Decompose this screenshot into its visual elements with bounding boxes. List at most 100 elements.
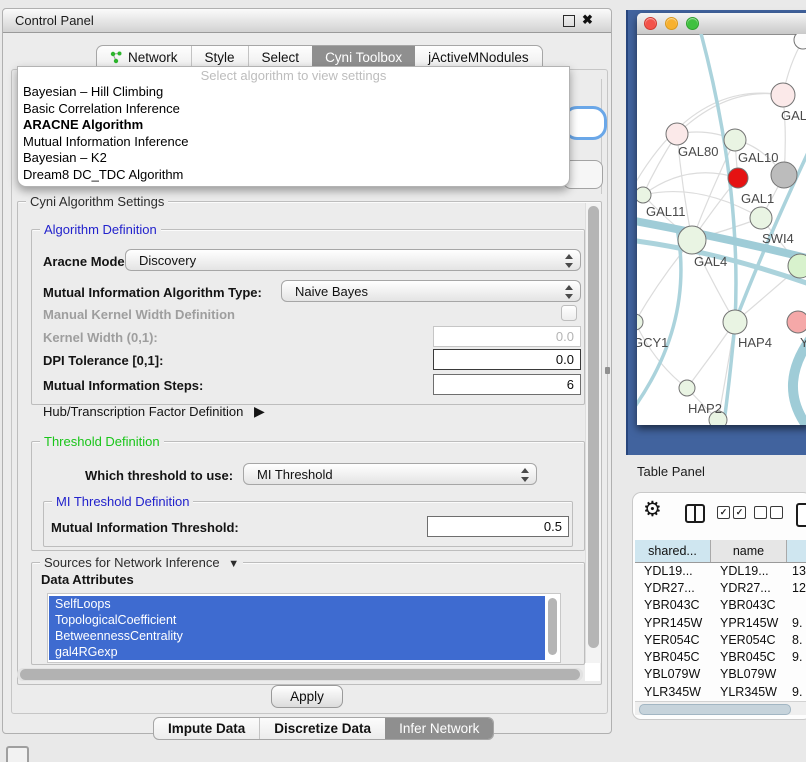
table-cell[interactable]: YLR345W [635,683,711,700]
network-node[interactable] [678,226,706,254]
table-cell[interactable]: 9. [787,614,806,631]
columns-icon[interactable] [685,504,705,523]
table-hscrollbar-track[interactable] [635,701,806,715]
network-node[interactable] [787,311,806,333]
close-traffic-light-icon[interactable] [644,17,657,30]
network-node[interactable] [723,310,747,334]
table-cell[interactable]: YBR045C [635,648,711,665]
dropdown-item[interactable]: Dream8 DC_TDC Algorithm [18,167,569,184]
attribute-item-selected[interactable]: BetweennessCentrality [49,628,545,644]
dropdown-item[interactable]: Bayesian – Hill Climbing [18,84,569,101]
table-cell[interactable]: 9. [787,683,806,700]
zoom-traffic-light-icon[interactable] [686,17,699,30]
tab-jactivemnodules[interactable]: jActiveMNodules [415,46,542,68]
sources-expander[interactable]: Sources for Network Inference ▼ [40,555,243,572]
attribute-item-selected[interactable]: TopologicalCoefficient [49,612,545,628]
table-cell[interactable]: YBL079W [635,666,711,683]
table-cell[interactable]: YBR043C [711,597,787,614]
table-row[interactable]: YBR045CYBR045C9. [635,648,806,665]
table-row[interactable]: YBL079WYBL079W [635,666,806,683]
table-cell[interactable]: 9. [787,648,806,665]
dropdown-item[interactable]: Mutual Information Inference [18,134,569,151]
table-cell[interactable]: YDR27... [711,579,787,596]
attribute-item-selected[interactable]: gal4RGexp [49,644,545,660]
minimized-panel-icon[interactable] [6,746,29,762]
table-cell[interactable]: YBR045C [711,648,787,665]
network-edge[interactable] [643,173,738,195]
tab-network[interactable]: Network [97,46,191,68]
table-cell[interactable]: YDL19... [711,562,787,579]
list-scrollbar-thumb[interactable] [548,598,557,655]
table-row[interactable]: YBR043CYBR043C [635,597,806,614]
network-edge[interactable] [637,240,692,322]
network-edge[interactable] [677,94,783,134]
minimize-traffic-light-icon[interactable] [665,17,678,30]
tab-select[interactable]: Select [248,46,313,68]
bottom-tab-discretize-data[interactable]: Discretize Data [259,718,385,739]
network-node[interactable] [750,207,772,229]
network-node[interactable] [728,168,748,188]
table-cell[interactable]: YER054C [711,631,787,648]
deselect-all-icon[interactable] [754,506,783,519]
table-cell[interactable]: YPR145W [711,614,787,631]
table-row[interactable]: YPR145WYPR145W9. [635,614,806,631]
network-node[interactable] [794,34,806,49]
table-cell[interactable]: YPR145W [635,614,711,631]
table-cell[interactable]: 13 [787,562,806,579]
table-cell[interactable]: YBR043C [635,597,711,614]
kernel-width-field[interactable]: 0.0 [433,326,581,347]
dropdown-item[interactable]: Bayesian – K2 [18,150,569,167]
float-window-icon[interactable] [563,15,575,27]
network-canvas[interactable]: GALGAL80GAL10GAL1GAL11SWI4GAL4GCY1HAP4YH… [637,34,806,425]
mi-algorithm-type-combobox[interactable]: Naive Bayes [281,280,581,302]
gear-icon[interactable]: ⚙ [643,499,662,521]
attribute-item-selected[interactable]: SelfLoops [49,596,545,612]
settings-hscrollbar-thumb[interactable] [20,669,580,680]
expand-right-icon[interactable]: ▶ [254,403,265,419]
dropdown-item[interactable]: Basic Correlation Inference [18,101,569,118]
mi-threshold-field[interactable]: 0.5 [427,516,569,537]
table-row[interactable]: YDL19...YDL19...13 [635,562,806,579]
network-node[interactable] [724,129,746,151]
settings-scrollbar-track[interactable] [585,203,601,663]
table-cell[interactable]: YDR27... [635,579,711,596]
table-cell[interactable] [787,597,806,614]
tab-cyni-toolbox[interactable]: Cyni Toolbox [312,46,415,68]
network-node[interactable] [637,314,643,330]
bottom-tab-infer-network[interactable]: Infer Network [385,718,493,739]
network-node[interactable] [771,83,795,107]
column-header[interactable]: shared... [635,540,711,562]
network-node[interactable] [771,162,797,188]
select-all-icon[interactable]: ✓ ✓ [717,506,746,519]
table-row[interactable]: YLR345WYLR345W9. [635,683,806,700]
settings-hscrollbar-track[interactable] [17,668,583,681]
table-cell[interactable] [787,666,806,683]
table-row[interactable]: YER054CYER054C8. [635,631,806,648]
manual-kernel-checkbox[interactable] [561,305,577,321]
tab-style[interactable]: Style [191,46,248,68]
network-node[interactable] [679,380,695,396]
aracne-mode-combobox[interactable]: Discovery [125,249,581,271]
collapse-down-icon[interactable]: ▼ [228,558,239,570]
table-hscrollbar-thumb[interactable] [639,704,791,715]
settings-scrollbar-thumb[interactable] [588,206,599,648]
which-threshold-combobox[interactable]: MI Threshold [243,463,537,485]
dpi-tolerance-field[interactable]: 0.0 [433,349,581,370]
table-row[interactable]: YDR27...YDR27...12 [635,579,806,596]
network-node[interactable] [666,123,688,145]
apply-button[interactable]: Apply [271,685,343,708]
network-node[interactable] [637,187,651,203]
partial-toolbar-icon[interactable] [796,503,806,527]
bottom-tab-impute-data[interactable]: Impute Data [154,718,259,739]
dropdown-item[interactable]: ARACNE Algorithm [18,117,569,134]
network-edge[interactable] [637,228,681,412]
table-cell[interactable]: YDL19... [635,562,711,579]
table-cell[interactable]: YER054C [635,631,711,648]
hub-definition-expander[interactable]: Hub/Transcription Factor Definition ▶ [43,403,265,420]
mi-steps-field[interactable]: 6 [433,374,581,395]
table-cell[interactable]: 8. [787,631,806,648]
column-header[interactable] [787,540,806,562]
column-header[interactable]: name [711,540,787,562]
table-cell[interactable]: YLR345W [711,683,787,700]
table-cell[interactable]: YBL079W [711,666,787,683]
